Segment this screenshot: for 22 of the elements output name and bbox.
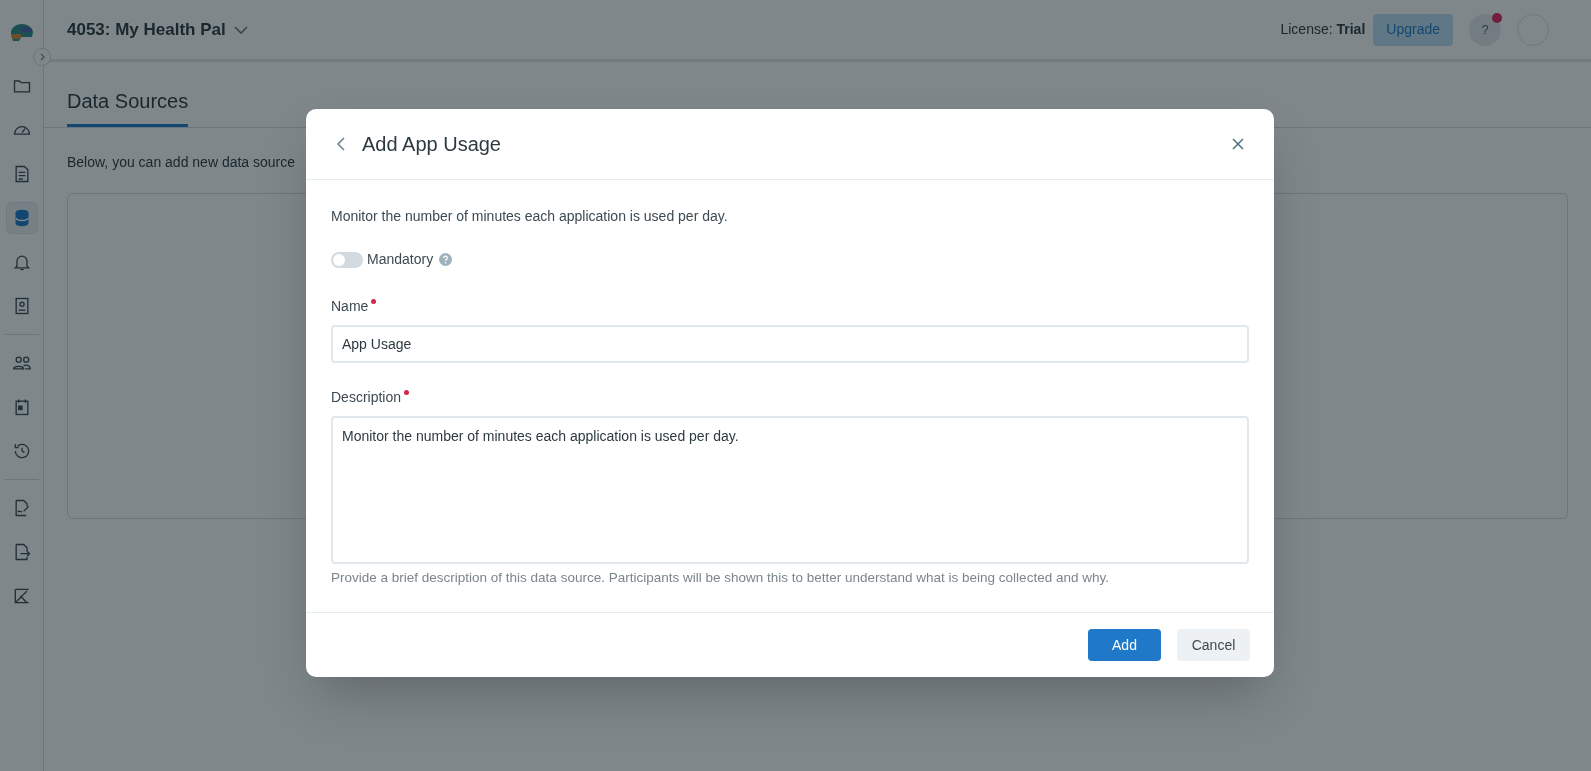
field-label: Name <box>331 297 369 316</box>
description-field[interactable]: Monitor the number of minutes each application is used per day. <box>331 416 1249 564</box>
close-icon[interactable] <box>1232 138 1244 150</box>
dialog-description: Monitor the number of minutes each application is used per day. <box>331 207 729 226</box>
project-title[interactable]: 4053: My Health Pal <box>67 16 226 43</box>
field-label: Description <box>331 388 402 407</box>
sidebar-item[interactable] <box>5 202 38 234</box>
mandatory-label: Mandatory <box>367 250 434 269</box>
mandatory-toggle[interactable] <box>331 251 363 268</box>
help-button[interactable]: ? <box>1469 13 1501 46</box>
help-text: Provide a brief description of this data source. Participants will be shown this to better understand what is being collected and why. <box>331 569 1110 587</box>
back-icon[interactable] <box>336 136 346 152</box>
license-label: License: Trial <box>1280 20 1366 39</box>
add-button[interactable]: Add <box>1088 629 1161 662</box>
dialog-title: Add App Usage <box>362 132 501 157</box>
intro-text: Below, you can add new data source <box>66 153 297 172</box>
tab[interactable]: Data Sources <box>67 86 189 127</box>
chevron-down-icon[interactable] <box>233 24 248 35</box>
chevron-right-icon <box>38 53 46 61</box>
cancel-button[interactable]: Cancel <box>1177 629 1250 662</box>
name-field[interactable]: App Usage <box>331 325 1249 363</box>
help-icon <box>439 253 453 266</box>
